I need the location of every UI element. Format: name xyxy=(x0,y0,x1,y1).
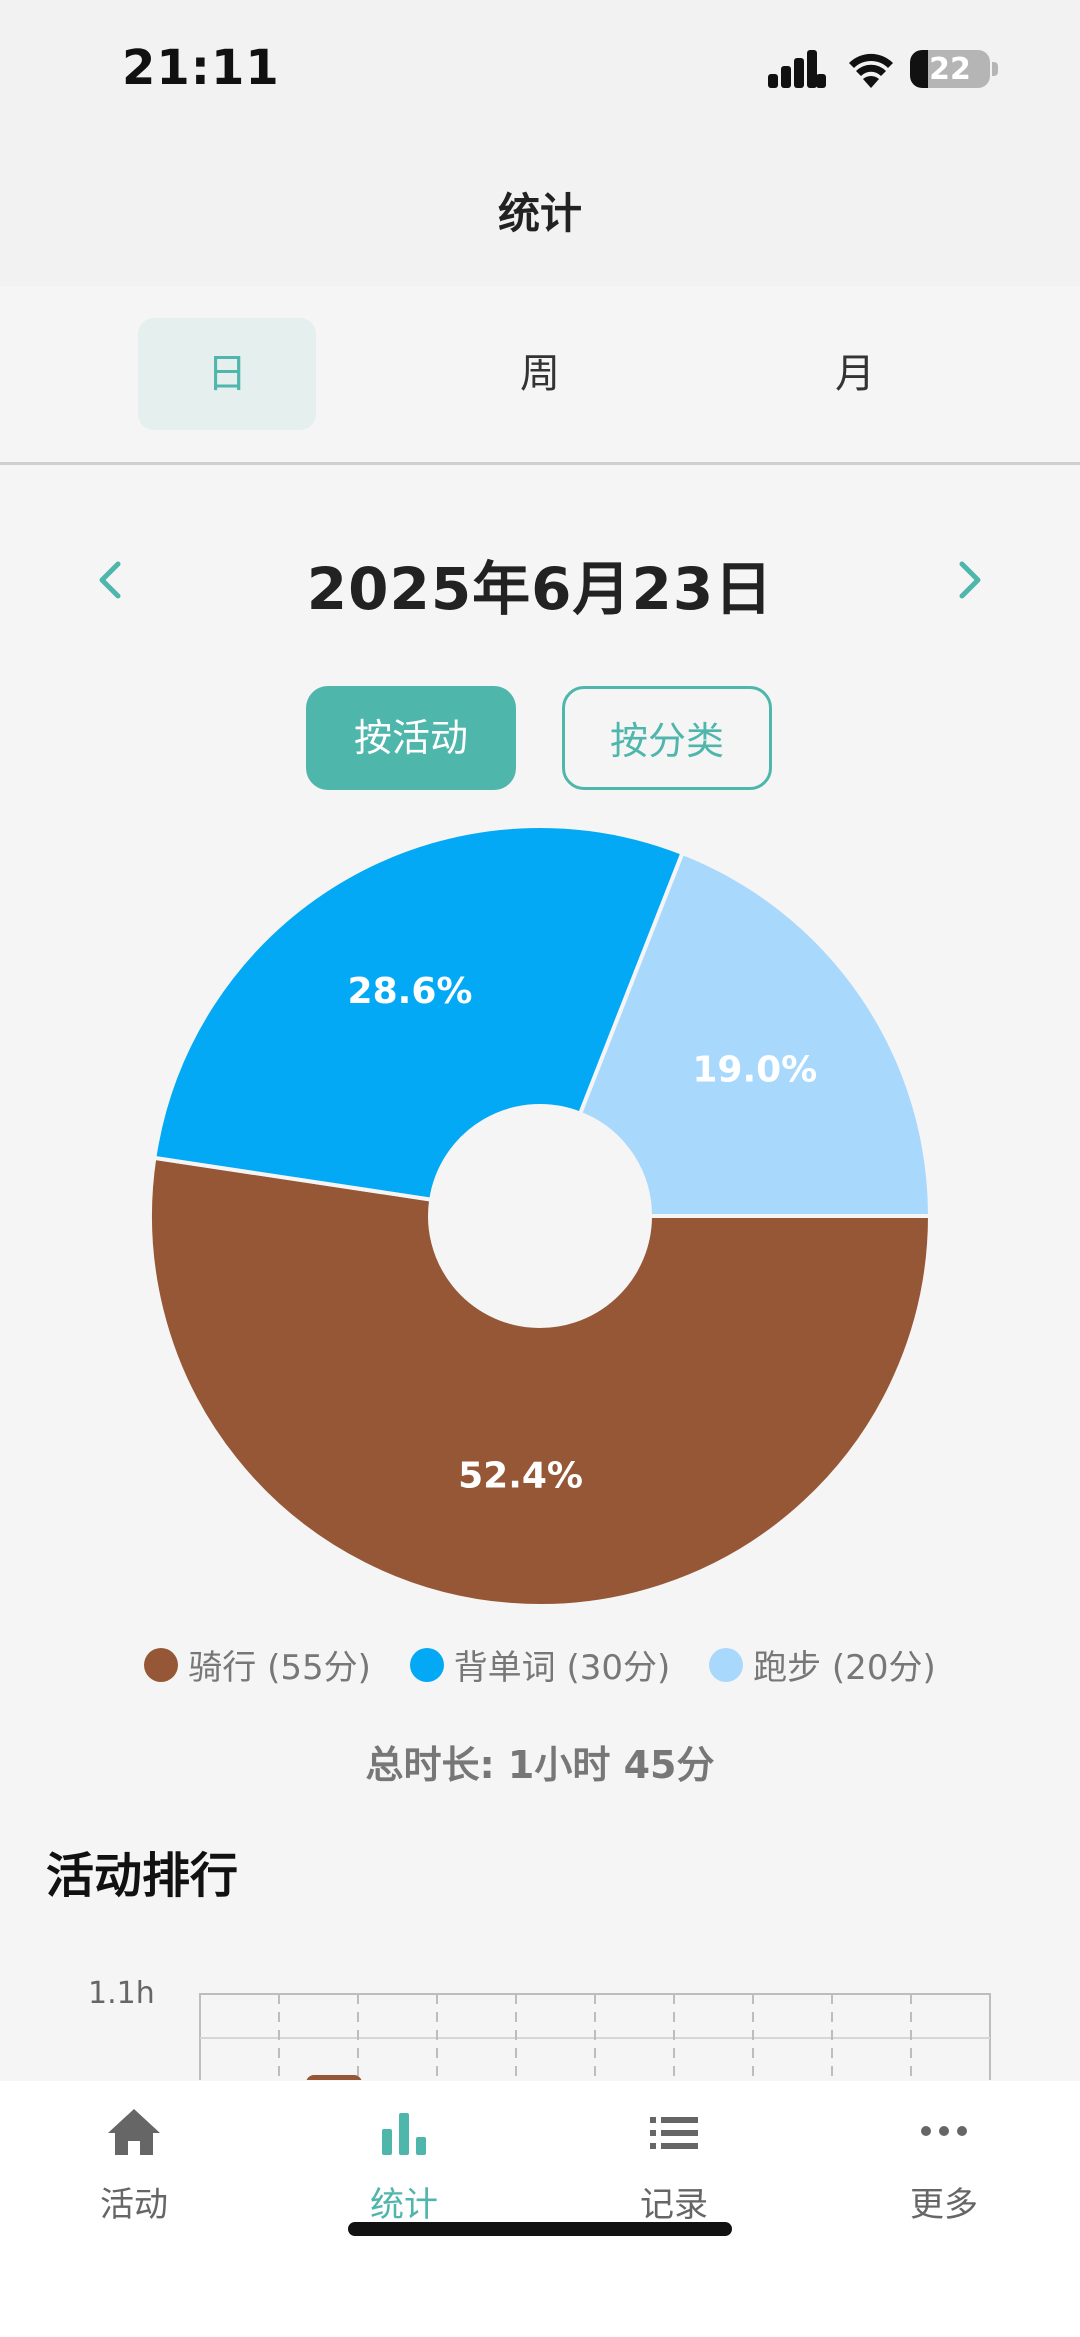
slice-vocabulary xyxy=(152,824,686,1202)
label-running-percent: 19.0% xyxy=(692,1050,817,1091)
legend-label-vocabulary: 背单词 (30分) xyxy=(453,1648,671,1688)
date-nav: 2025年6月23日 xyxy=(0,530,1080,630)
chart-legend: 骑行 (55分) 背单词 (30分) 跑步 (20分) xyxy=(0,1640,1080,1700)
status-icons: 22 xyxy=(768,48,1008,92)
label-cycling-percent: 52.4% xyxy=(458,1455,583,1496)
by-category-button[interactable]: 按分类 xyxy=(562,686,772,790)
wifi-icon xyxy=(849,53,893,88)
battery-icon: 22 xyxy=(910,50,990,88)
signal-icon xyxy=(768,50,826,88)
by-activity-button[interactable]: 按活动 xyxy=(306,686,516,790)
legend-item-vocabulary: 背单词 (30分) xyxy=(409,1640,671,1689)
tab-week[interactable]: 周 xyxy=(451,318,629,430)
legend-label-cycling: 骑行 (55分) xyxy=(188,1648,371,1688)
nav-item-activity[interactable]: 活动 xyxy=(34,2103,234,2243)
label-vocabulary-percent: 28.6% xyxy=(348,971,473,1012)
activity-donut-chart: 52.4% 28.6% 19.0% xyxy=(148,824,933,1608)
tab-day[interactable]: 日 xyxy=(138,318,316,430)
bar-chart-icon xyxy=(382,2113,426,2155)
bottom-nav: 活动 统计 记录 更多 xyxy=(0,2081,1080,2337)
total-duration: 总时长: 1小时 45分 xyxy=(365,1743,715,1787)
ranking-chart-grid xyxy=(199,1993,991,2080)
tab-month[interactable]: 月 xyxy=(766,318,944,430)
legend-label-running: 跑步 (20分) xyxy=(753,1648,936,1688)
ranking-chart: 1.1h xyxy=(0,1960,1080,2080)
status-time: 21:11 xyxy=(122,40,280,96)
slice-cycling xyxy=(148,1155,933,1608)
ranking-section-title: 活动排行 xyxy=(46,1848,239,1904)
home-icon xyxy=(108,2109,160,2155)
more-dots-icon xyxy=(921,2126,967,2136)
period-tabs: 日 周 月 xyxy=(0,286,1080,465)
battery-tip xyxy=(992,62,998,76)
status-bar: 21:11 22 xyxy=(0,0,1080,130)
chevron-right-icon[interactable] xyxy=(940,550,1000,610)
legend-dot-cycling xyxy=(144,1647,179,1682)
battery-level: 22 xyxy=(929,52,971,87)
header: 统计 xyxy=(0,130,1080,286)
legend-dot-running xyxy=(709,1647,744,1682)
ranking-bar-cycling xyxy=(306,2075,362,2080)
home-indicator xyxy=(348,2222,732,2236)
legend-dot-vocabulary xyxy=(409,1647,444,1682)
legend-item-running: 跑步 (20分) xyxy=(709,1640,936,1689)
nav-label-stats: 统计 xyxy=(370,2185,438,2225)
page-title: 统计 xyxy=(497,189,582,238)
legend-item-cycling: 骑行 (55分) xyxy=(144,1640,371,1689)
list-icon xyxy=(650,2117,698,2149)
nav-label-more: 更多 xyxy=(910,2185,978,2225)
nav-label-activity: 活动 xyxy=(100,2185,168,2225)
current-date: 2025年6月23日 xyxy=(306,555,774,623)
nav-label-records: 记录 xyxy=(640,2185,708,2225)
nav-item-more[interactable]: 更多 xyxy=(844,2103,1044,2243)
